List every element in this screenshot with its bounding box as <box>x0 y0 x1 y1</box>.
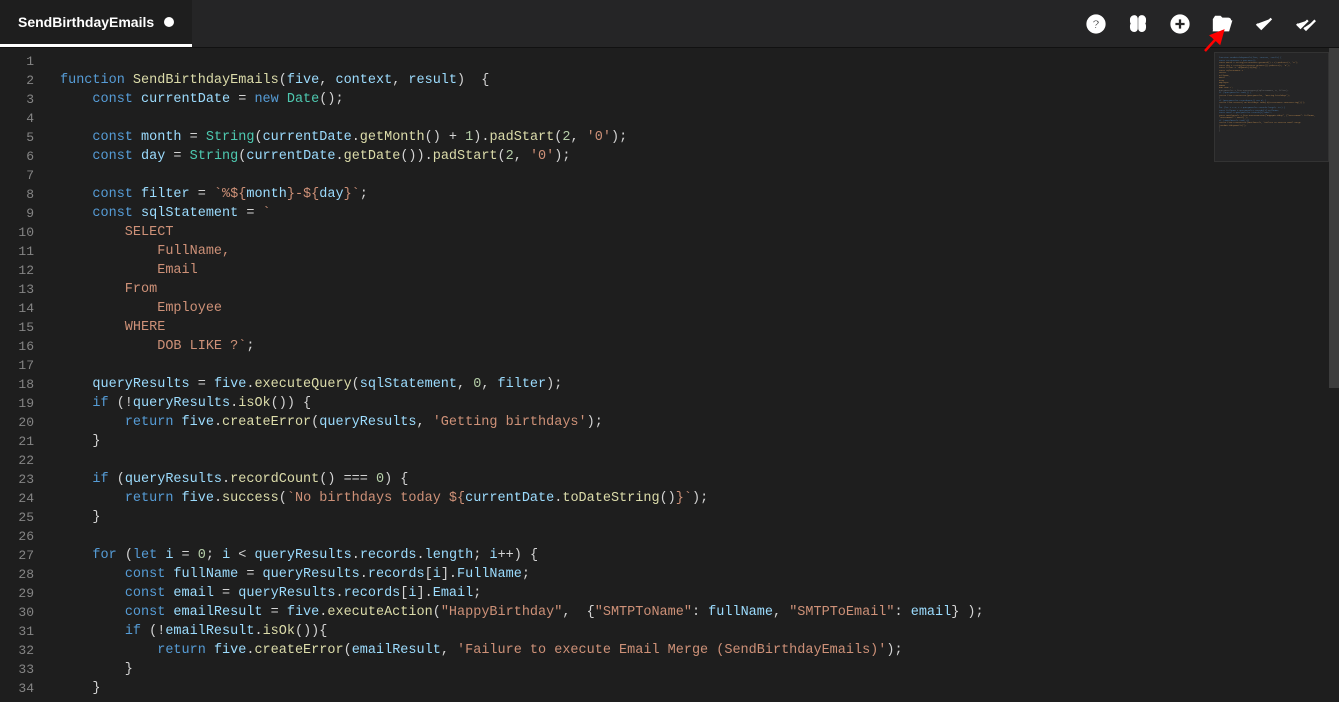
open-button[interactable] <box>1211 13 1233 35</box>
line-number: 10 <box>0 223 34 242</box>
open-folder-icon <box>1211 13 1233 35</box>
code-line[interactable]: } <box>60 679 1339 698</box>
line-number: 3 <box>0 90 34 109</box>
code-line[interactable] <box>60 166 1339 185</box>
line-number: 33 <box>0 660 34 679</box>
code-line[interactable] <box>60 527 1339 546</box>
line-number: 29 <box>0 584 34 603</box>
line-number: 17 <box>0 356 34 375</box>
svg-text:?: ? <box>1092 17 1100 32</box>
code-line[interactable]: if (queryResults.recordCount() === 0) { <box>60 470 1339 489</box>
code-line[interactable]: return five.success(`No birthdays today … <box>60 489 1339 508</box>
code-line[interactable]: DOB LIKE ?`; <box>60 337 1339 356</box>
code-line[interactable]: const day = String(currentDate.getDate()… <box>60 147 1339 166</box>
line-number: 19 <box>0 394 34 413</box>
line-number: 30 <box>0 603 34 622</box>
line-number: 31 <box>0 622 34 641</box>
code-line[interactable]: const email = queryResults.records[i].Em… <box>60 584 1339 603</box>
code-line[interactable]: } <box>60 432 1339 451</box>
tab-title: SendBirthdayEmails <box>18 14 154 30</box>
code-line[interactable]: queryResults = five.executeQuery(sqlStat… <box>60 375 1339 394</box>
line-number: 22 <box>0 451 34 470</box>
line-number: 4 <box>0 109 34 128</box>
code-line[interactable] <box>60 52 1339 71</box>
code-editor[interactable]: 1234567891011121314151617181920212223242… <box>0 48 1339 702</box>
line-number: 1 <box>0 52 34 71</box>
code-line[interactable] <box>60 451 1339 470</box>
line-number-gutter: 1234567891011121314151617181920212223242… <box>0 48 46 702</box>
code-line[interactable]: Email <box>60 261 1339 280</box>
code-line[interactable]: const month = String(currentDate.getMont… <box>60 128 1339 147</box>
code-line[interactable]: return five.createError(queryResults, 'G… <box>60 413 1339 432</box>
tab-area: SendBirthdayEmails <box>0 0 192 47</box>
code-line[interactable]: if (!queryResults.isOk()) { <box>60 394 1339 413</box>
code-line[interactable]: WHERE <box>60 318 1339 337</box>
add-button[interactable] <box>1169 13 1191 35</box>
code-line[interactable]: const currentDate = new Date(); <box>60 90 1339 109</box>
line-number: 8 <box>0 185 34 204</box>
code-line[interactable]: const filter = `%${month}-${day}`; <box>60 185 1339 204</box>
check-all-icon <box>1295 13 1317 35</box>
check-button[interactable] <box>1253 13 1275 35</box>
vertical-scrollbar[interactable] <box>1329 48 1339 702</box>
code-line[interactable]: SELECT <box>60 223 1339 242</box>
add-icon <box>1169 13 1191 35</box>
line-number: 16 <box>0 337 34 356</box>
line-number: 34 <box>0 679 34 698</box>
code-line[interactable]: } <box>60 660 1339 679</box>
scrollbar-thumb[interactable] <box>1329 48 1339 388</box>
line-number: 18 <box>0 375 34 394</box>
code-line[interactable]: From <box>60 280 1339 299</box>
code-line[interactable]: return five.createError(emailResult, 'Fa… <box>60 641 1339 660</box>
line-number: 5 <box>0 128 34 147</box>
line-number: 21 <box>0 432 34 451</box>
code-line[interactable]: const sqlStatement = ` <box>60 204 1339 223</box>
line-number: 32 <box>0 641 34 660</box>
code-line[interactable]: const fullName = queryResults.records[i]… <box>60 565 1339 584</box>
line-number: 15 <box>0 318 34 337</box>
code-line[interactable]: Employee <box>60 299 1339 318</box>
help-icon: ? <box>1085 13 1107 35</box>
code-line[interactable]: if (!emailResult.isOk()){ <box>60 622 1339 641</box>
toolbar: ? <box>1085 13 1339 35</box>
code-line[interactable]: function SendBirthdayEmails(five, contex… <box>60 71 1339 90</box>
line-number: 20 <box>0 413 34 432</box>
line-number: 6 <box>0 147 34 166</box>
tab-sendbirthdayemails[interactable]: SendBirthdayEmails <box>0 0 192 47</box>
check-icon <box>1253 13 1275 35</box>
line-number: 9 <box>0 204 34 223</box>
line-number: 23 <box>0 470 34 489</box>
line-number: 25 <box>0 508 34 527</box>
code-line[interactable]: const emailResult = five.executeAction("… <box>60 603 1339 622</box>
line-number: 13 <box>0 280 34 299</box>
top-bar: SendBirthdayEmails ? <box>0 0 1339 48</box>
brain-icon <box>1127 13 1149 35</box>
code-line[interactable] <box>60 109 1339 128</box>
line-number: 14 <box>0 299 34 318</box>
line-number: 12 <box>0 261 34 280</box>
help-button[interactable]: ? <box>1085 13 1107 35</box>
line-number: 27 <box>0 546 34 565</box>
code-line[interactable]: FullName, <box>60 242 1339 261</box>
editor-area: 1234567891011121314151617181920212223242… <box>0 48 1339 702</box>
code-line[interactable] <box>60 356 1339 375</box>
line-number: 2 <box>0 71 34 90</box>
line-number: 26 <box>0 527 34 546</box>
line-number: 11 <box>0 242 34 261</box>
line-number: 24 <box>0 489 34 508</box>
code-content[interactable]: function SendBirthdayEmails(five, contex… <box>46 48 1339 702</box>
check-all-button[interactable] <box>1295 13 1317 35</box>
ai-button[interactable] <box>1127 13 1149 35</box>
code-line[interactable]: } <box>60 508 1339 527</box>
line-number: 28 <box>0 565 34 584</box>
line-number: 7 <box>0 166 34 185</box>
code-line[interactable]: for (let i = 0; i < queryResults.records… <box>60 546 1339 565</box>
minimap[interactable]: function SendBirthdayEmails(five, contex… <box>1214 52 1329 162</box>
dirty-indicator-icon <box>164 17 174 27</box>
